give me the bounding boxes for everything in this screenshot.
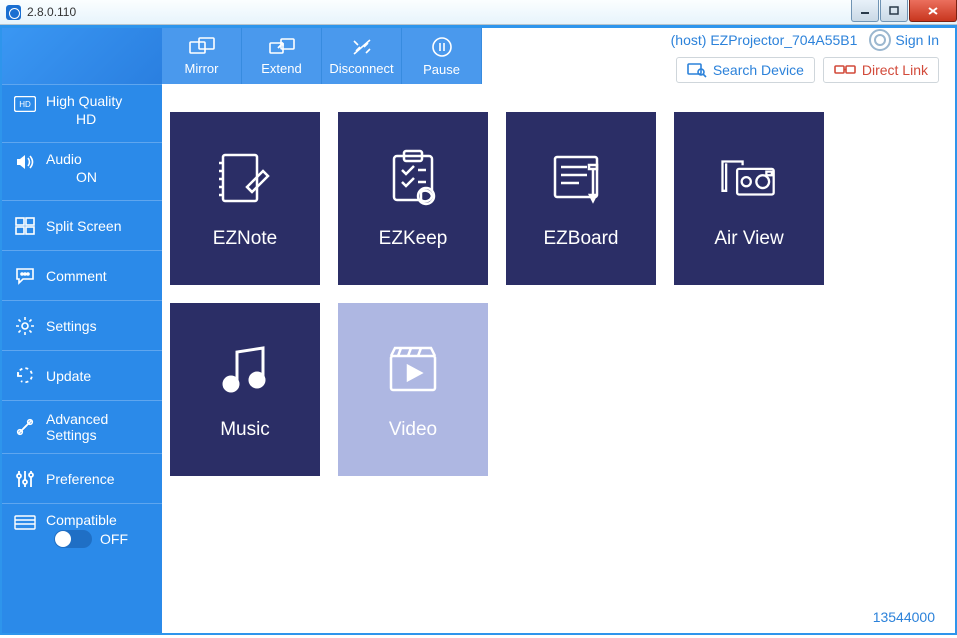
mirror-label: Mirror <box>185 61 219 76</box>
preference-label: Preference <box>46 471 114 487</box>
close-button[interactable] <box>909 0 957 22</box>
eznote-label: EZNote <box>213 228 277 250</box>
sidebar: HD High Quality HD Audio ON Split Screen <box>2 28 162 633</box>
host-label: (host) EZProjector_704A55B1 <box>671 32 858 48</box>
avatar-icon <box>869 29 891 51</box>
sidebar-item-split-screen[interactable]: Split Screen <box>2 200 162 250</box>
extend-label: Extend <box>261 61 301 76</box>
video-icon <box>381 339 445 399</box>
pause-icon <box>431 36 453 58</box>
update-label: Update <box>46 368 91 384</box>
compatible-label: Compatible <box>46 512 152 528</box>
search-device-button[interactable]: Search Device <box>676 57 815 83</box>
sidebar-item-update[interactable]: Update <box>2 350 162 400</box>
tiles-grid: EZNote EZKeep EZBoard Air View <box>162 84 955 488</box>
comment-label: Comment <box>46 268 107 284</box>
high-quality-value: HD <box>46 111 122 127</box>
search-device-icon <box>687 62 707 78</box>
audio-label: Audio <box>46 151 97 167</box>
compatible-icon <box>14 512 36 534</box>
music-icon <box>213 339 277 399</box>
speaker-icon <box>14 151 36 173</box>
svg-text:HD: HD <box>19 100 31 109</box>
compatible-toggle[interactable] <box>54 530 92 548</box>
window-controls <box>850 0 957 22</box>
advanced-settings-label: Advanced Settings <box>46 411 152 443</box>
sidebar-item-high-quality[interactable]: HD High Quality HD <box>2 84 162 142</box>
comment-icon <box>14 265 36 287</box>
tile-ezboard[interactable]: EZBoard <box>506 112 656 285</box>
split-screen-icon <box>14 215 36 237</box>
app-icon <box>6 5 21 20</box>
maximize-button[interactable] <box>880 0 908 22</box>
disconnect-icon <box>350 37 374 57</box>
minimize-button[interactable] <box>851 0 879 22</box>
sidebar-item-compatible[interactable]: Compatible OFF <box>2 503 162 561</box>
sidebar-item-audio[interactable]: Audio ON <box>2 142 162 200</box>
pause-label: Pause <box>423 62 460 77</box>
tile-music[interactable]: Music <box>170 303 320 476</box>
ezboard-label: EZBoard <box>544 228 619 250</box>
pause-button[interactable]: Pause <box>402 28 482 84</box>
video-label: Video <box>389 419 437 441</box>
direct-link-icon <box>834 63 856 77</box>
sliders-icon <box>14 468 36 490</box>
airview-icon <box>717 148 781 208</box>
sidebar-item-preference[interactable]: Preference <box>2 453 162 503</box>
window-title: 2.8.0.110 <box>27 5 76 19</box>
disconnect-label: Disconnect <box>329 61 393 76</box>
sign-in-label: Sign In <box>895 32 939 48</box>
settings-label: Settings <box>46 318 97 334</box>
title-bar: 2.8.0.110 <box>0 0 957 25</box>
mirror-button[interactable]: Mirror <box>162 28 242 84</box>
search-device-label: Search Device <box>713 62 804 78</box>
sidebar-item-comment[interactable]: Comment <box>2 250 162 300</box>
tile-ezkeep[interactable]: EZKeep <box>338 112 488 285</box>
tile-eznote[interactable]: EZNote <box>170 112 320 285</box>
high-quality-label: High Quality <box>46 93 122 109</box>
direct-link-button[interactable]: Direct Link <box>823 57 939 83</box>
tools-icon <box>14 416 36 438</box>
airview-label: Air View <box>714 228 783 250</box>
extend-icon <box>269 37 295 57</box>
compatible-value: OFF <box>100 531 128 547</box>
split-screen-label: Split Screen <box>46 218 121 234</box>
audio-value: ON <box>46 169 97 185</box>
extend-button[interactable]: Extend <box>242 28 322 84</box>
music-label: Music <box>220 419 270 441</box>
brand-area <box>2 28 162 84</box>
footer-number: 13544000 <box>873 609 935 625</box>
direct-link-label: Direct Link <box>862 62 928 78</box>
ezkeep-label: EZKeep <box>379 228 448 250</box>
tile-airview[interactable]: Air View <box>674 112 824 285</box>
eznote-icon <box>213 148 277 208</box>
topbar: Mirror Extend Disconnect Pause (host) EZ… <box>162 28 955 84</box>
sign-in-button[interactable]: Sign In <box>869 29 939 51</box>
main-area: Mirror Extend Disconnect Pause (host) EZ… <box>162 28 955 633</box>
update-icon <box>14 365 36 387</box>
hd-icon: HD <box>14 93 36 115</box>
sidebar-item-advanced-settings[interactable]: Advanced Settings <box>2 400 162 453</box>
mirror-icon <box>189 37 215 57</box>
ezkeep-icon <box>381 148 445 208</box>
ezboard-icon <box>549 148 613 208</box>
tile-video[interactable]: Video <box>338 303 488 476</box>
gear-icon <box>14 315 36 337</box>
disconnect-button[interactable]: Disconnect <box>322 28 402 84</box>
sidebar-item-settings[interactable]: Settings <box>2 300 162 350</box>
